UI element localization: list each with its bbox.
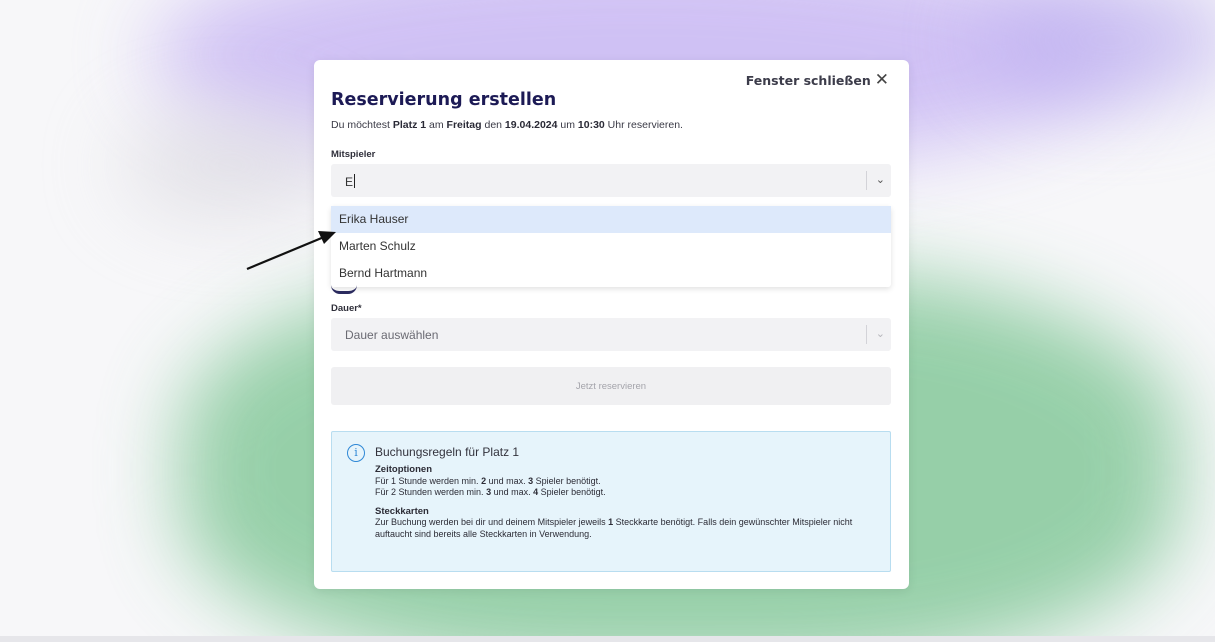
annotation-arrow-icon [246, 231, 336, 271]
